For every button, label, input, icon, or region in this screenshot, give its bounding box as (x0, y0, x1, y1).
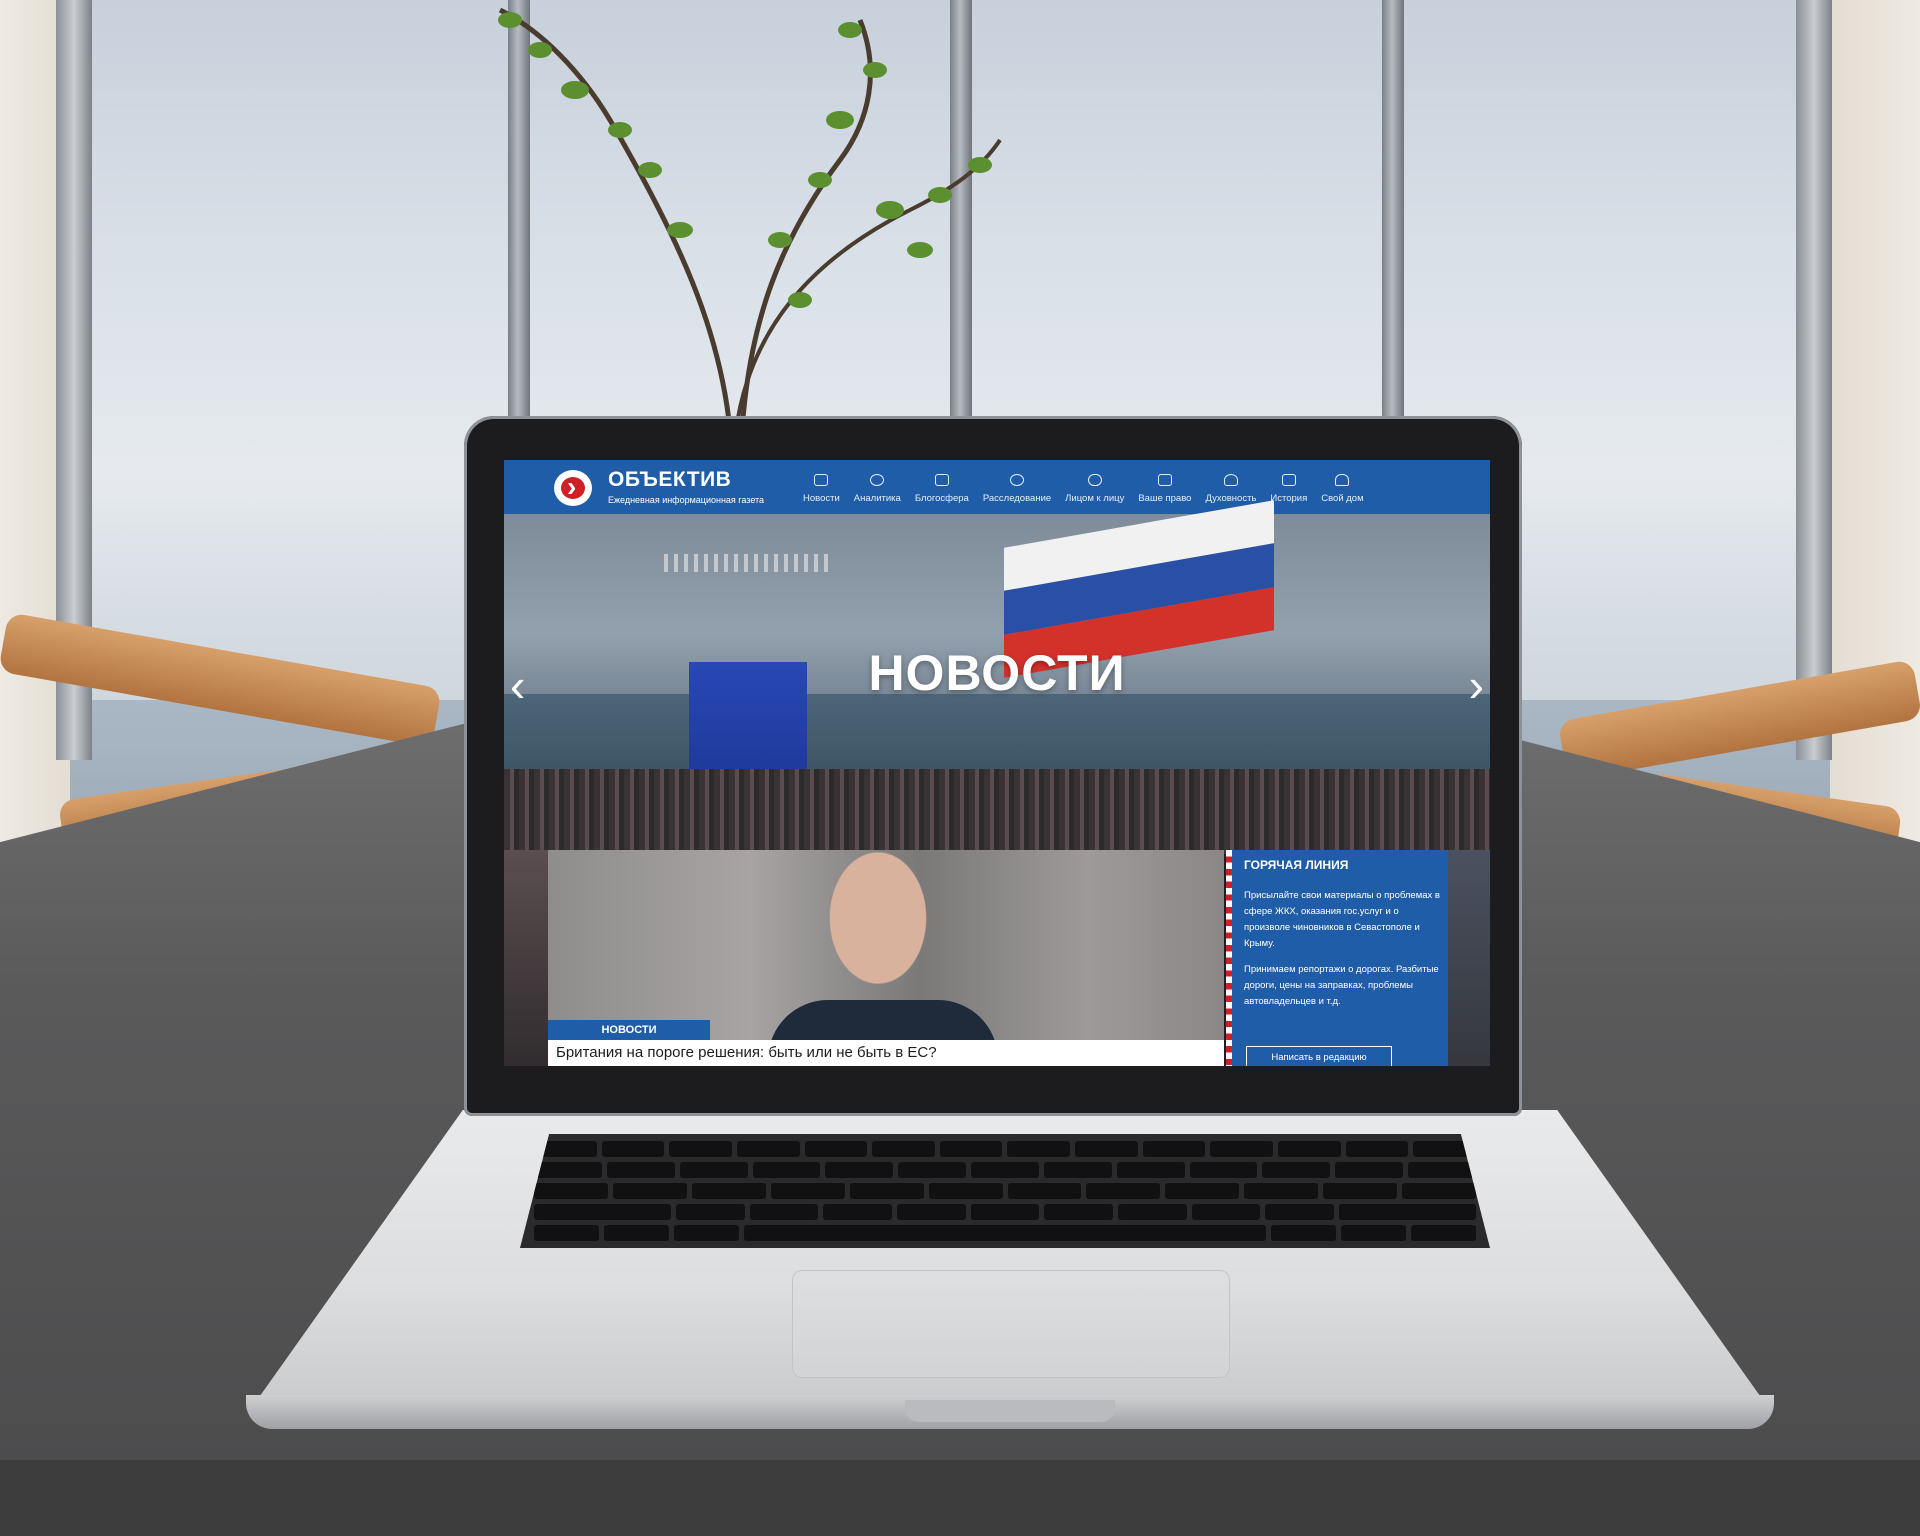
home-icon (1335, 474, 1350, 486)
write-editor-button[interactable]: Написать в редакцию (1246, 1046, 1392, 1066)
nav-item-label: Свой дом (1321, 493, 1364, 504)
hero-photo-sea (504, 694, 1490, 769)
hero-photo-crowd (504, 769, 1490, 854)
blog-icon (934, 474, 949, 486)
laptop-notch (905, 1400, 1115, 1422)
nav-item-label: Ваше право (1138, 493, 1192, 504)
site-logo[interactable] (554, 470, 592, 506)
hero-title: НОВОСТИ (868, 645, 1126, 701)
nav-item-face-to-face[interactable]: Лицом к лицу (1058, 474, 1131, 514)
people-icon (1087, 474, 1102, 486)
hero-slider: НОВОСТИ ‹ › (504, 500, 1490, 854)
nav-item-label: Аналитика (853, 493, 901, 504)
window-frame (1796, 0, 1832, 760)
hotline-title: ГОРЯЧАЯ ЛИНИЯ (1244, 858, 1349, 872)
hero-photo-truss (664, 554, 834, 572)
laptop-keyboard (520, 1134, 1490, 1248)
hotline-text: Присылайте свои материалы о проблемах в … (1244, 890, 1440, 949)
nav-item-label: Лицом к лицу (1065, 493, 1125, 504)
nav-item-label: Блогосфера (914, 493, 969, 504)
site-tagline: Ежедневная информационная газета (608, 495, 765, 505)
laptop-trackpad (792, 1270, 1230, 1378)
laptop-screen: ОБЪЕКТИВ Ежедневная информационная газет… (504, 460, 1490, 1066)
featured-headline[interactable]: Британия на пороге решения: быть или не … (556, 1044, 937, 1061)
nav-item-home[interactable]: Свой дом (1314, 474, 1370, 514)
spirituality-icon (1223, 474, 1238, 486)
site-header: ОБЪЕКТИВ Ежедневная информационная газет… (504, 460, 1490, 514)
nav-item-analytics[interactable]: Аналитика (847, 474, 908, 514)
chevron-left-icon[interactable]: ‹ (510, 662, 525, 708)
news-icon (814, 474, 829, 486)
featured-news-photo (803, 850, 953, 1020)
search-icon (1010, 474, 1024, 486)
nav-item-blogosphere[interactable]: Блогосфера (908, 474, 976, 514)
plant-illustration (498, 7, 1002, 430)
nav-item-label: Духовность (1205, 493, 1257, 504)
analytics-icon (870, 474, 885, 486)
nav-item-label: Новости (803, 493, 840, 504)
hero-photo-crowd-left (504, 850, 548, 1066)
hotline-text: Принимаем репортажи о дорогах. Разбитые … (1244, 964, 1439, 1007)
nav-item-your-rights[interactable]: Ваше право (1131, 474, 1198, 514)
hero-photo-crowd-right (1448, 850, 1490, 1066)
site-title[interactable]: ОБЪЕКТИВ (608, 468, 731, 492)
chevron-right-icon[interactable]: › (1469, 662, 1484, 708)
category-badge[interactable]: НОВОСТИ (548, 1020, 710, 1040)
featured-news-card[interactable]: НОВОСТИ Британия на пороге решения: быть… (548, 850, 1224, 1066)
table-edge (0, 1460, 1920, 1536)
history-icon (1281, 474, 1296, 486)
nav-item-label: Расследование (982, 493, 1052, 504)
main-nav: Новости Аналитика Блогосфера Расследован… (796, 460, 1371, 514)
hotline-panel: ГОРЯЧАЯ ЛИНИЯ Присылайте свои материалы … (1226, 850, 1454, 1066)
nav-item-news[interactable]: Новости (796, 474, 847, 514)
briefcase-icon (1157, 474, 1172, 486)
nav-item-investigation[interactable]: Расследование (976, 474, 1058, 514)
nav-item-label: История (1270, 493, 1308, 504)
